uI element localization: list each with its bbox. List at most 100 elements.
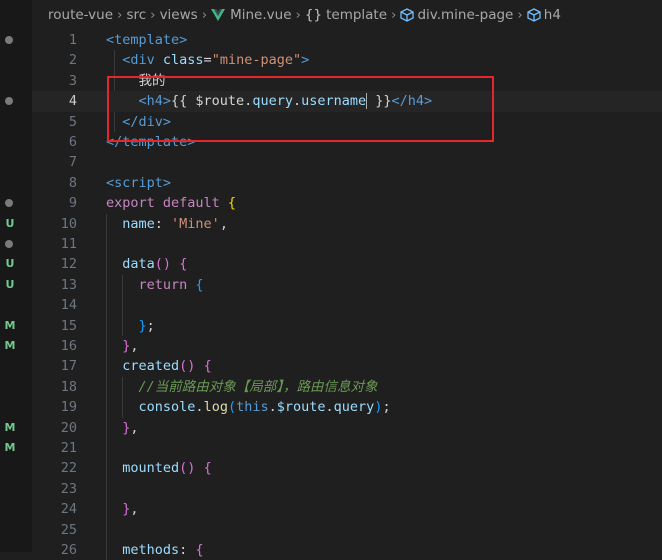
chevron-right-icon: › [150, 7, 156, 23]
line-number: 18 [60, 378, 77, 395]
line-number: 22 [60, 460, 77, 477]
scm-status-badge: U [5, 277, 15, 291]
code-line[interactable]: 23 [32, 479, 662, 499]
braces-icon: {} [304, 7, 323, 23]
code-line[interactable]: 7 [32, 152, 662, 172]
line-number: 4 [68, 93, 77, 110]
line-number: 21 [60, 440, 77, 456]
scm-status-badge: M [4, 318, 16, 332]
code-token: <div [122, 52, 163, 69]
code-token: { [195, 276, 204, 293]
chevron-right-icon: › [391, 7, 397, 23]
code-line[interactable]: 25 [32, 520, 662, 540]
line-number: 5 [68, 113, 77, 130]
code-token: { [179, 256, 188, 273]
chevron-right-icon: › [295, 7, 301, 23]
code-token: () [179, 460, 196, 477]
code-token: //当前路由对象【局部】，路由信息对象 [138, 378, 378, 395]
code-token: { [195, 542, 204, 558]
code-line[interactable]: 10 name: 'Mine', [32, 214, 662, 234]
breadcrumb-label: src [126, 7, 147, 23]
code-line[interactable]: 9 export default { [32, 193, 662, 213]
code-token: this [236, 399, 269, 416]
code-token: <script> [106, 174, 172, 191]
code-token: $route [276, 399, 326, 416]
code-line[interactable]: 22 mounted() { [32, 458, 662, 478]
line-number: 26 [60, 542, 77, 558]
line-number: 23 [60, 480, 77, 497]
code-token: class [162, 52, 204, 69]
code-line[interactable]: 24 }, [32, 499, 662, 519]
code-text: name: 'Mine', [106, 214, 228, 234]
code-line[interactable]: 17 created() { [32, 356, 662, 376]
code-token: 'Mine' [171, 215, 220, 232]
breadcrumb-item-template[interactable]: {} template [305, 7, 387, 23]
code-text: //当前路由对象【局部】，路由信息对象 [106, 377, 378, 397]
highlight-annotation-box [107, 76, 494, 142]
line-number: 17 [60, 358, 77, 375]
code-text: }; [106, 316, 155, 336]
code-text: export default { [106, 193, 236, 213]
breadcrumb-item-project[interactable]: route-vue [48, 7, 113, 23]
code-line[interactable]: 14 [32, 295, 662, 315]
breadcrumb-item-views[interactable]: views [160, 7, 198, 23]
element-cube-icon [527, 8, 541, 22]
code-token: created [122, 358, 180, 375]
code-line[interactable]: 18 //当前路由对象【局部】，路由信息对象 [32, 377, 662, 397]
breadcrumb-item-div[interactable]: div.mine-page [400, 7, 513, 23]
code-line[interactable]: 13 return { [32, 275, 662, 295]
code-text: }, [106, 418, 139, 438]
code-line[interactable]: 16 }, [32, 336, 662, 356]
code-text: return { [106, 275, 204, 295]
code-token: , [130, 419, 139, 436]
code-text: methods: { [106, 540, 204, 560]
code-text: <template> [106, 30, 187, 50]
code-line[interactable]: 19 console.log(this.$route.query); [32, 397, 662, 417]
code-line[interactable]: 20 }, [32, 418, 662, 438]
line-number: 8 [68, 174, 77, 191]
code-line[interactable]: 15 }; [32, 316, 662, 336]
code-line[interactable]: 21 [32, 438, 662, 458]
code-token: , [219, 215, 228, 232]
code-token: = [203, 52, 212, 69]
code-line[interactable]: 1 <template> [32, 30, 662, 50]
code-token: ; [382, 399, 391, 416]
code-token: { [227, 195, 237, 212]
breadcrumb-item-h4[interactable]: h4 [527, 7, 561, 23]
code-token: "mine-page" [211, 52, 302, 69]
code-line[interactable]: 2 <div class="mine-page"> [32, 50, 662, 70]
code-token: () [179, 358, 196, 375]
line-number: 12 [60, 256, 77, 273]
breadcrumb-item-file[interactable]: Mine.vue [211, 7, 292, 23]
code-text: <script> [106, 173, 171, 193]
breadcrumb-item-src[interactable]: src [126, 7, 146, 23]
code-line[interactable]: 26 methods: { [32, 540, 662, 560]
code-line[interactable]: 11 [32, 234, 662, 254]
chevron-right-icon: › [201, 7, 208, 23]
code-token: log [203, 399, 228, 416]
gutter-marker-dot [5, 36, 13, 44]
code-token: : [179, 542, 196, 558]
line-number: 15 [60, 317, 77, 334]
chevron-right-icon: › [117, 7, 123, 23]
line-number: 3 [68, 72, 77, 89]
code-text: }, [106, 499, 138, 519]
breadcrumb-label: h4 [543, 7, 561, 23]
element-cube-icon [400, 8, 415, 22]
code-line[interactable]: 12 data() { [32, 254, 662, 274]
breadcrumb-label: route-vue [48, 7, 114, 23]
line-number: 11 [60, 236, 77, 252]
code-token: () [154, 256, 172, 273]
code-line[interactable]: 8 <script> [32, 173, 662, 193]
code-token: console [138, 399, 196, 416]
